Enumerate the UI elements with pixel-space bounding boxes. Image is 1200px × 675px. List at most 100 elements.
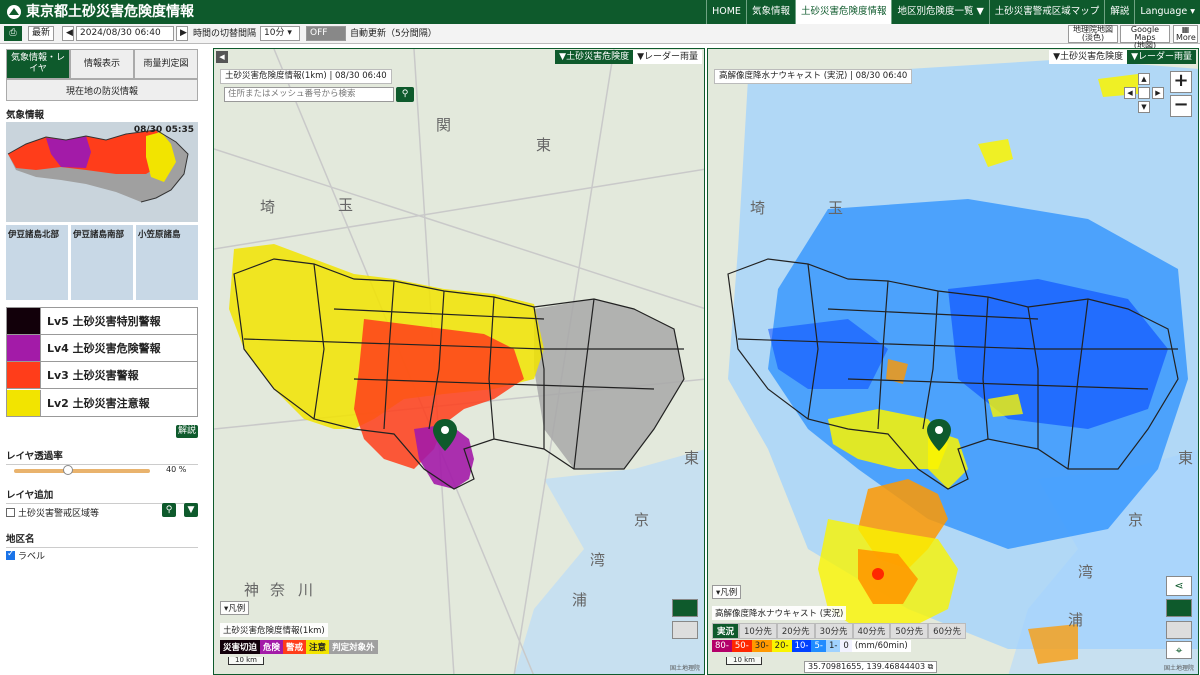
layer-search-icon[interactable]: ⚲ [162,503,176,517]
map-label: 埼 [260,198,276,216]
dual-view-icon[interactable] [672,599,698,617]
time-tab[interactable]: 50分先 [890,623,929,639]
dual-view-icon[interactable] [1166,599,1192,617]
single-view-icon[interactable] [672,621,698,639]
district-label-checkbox[interactable] [6,549,15,560]
weather-time: 08/30 05:35 [133,125,194,135]
latest-button[interactable]: 最新 [28,26,55,41]
datetime-input[interactable]: 2024/08/30 06:40 [76,26,174,41]
zoom-out-button[interactable]: − [1170,95,1192,117]
tab-weather-layer[interactable]: 気象情報・レイヤ [6,49,70,79]
map-label: 川 [298,581,314,599]
google-label: Google Maps [1130,25,1160,42]
rain-scale-item: 30- [751,640,772,652]
pan-right-icon[interactable]: ▶ [1152,87,1164,99]
interval-select[interactable]: 10分 ▾ [260,26,300,41]
island-label: 小笠原諸島 [138,230,181,240]
time-tab[interactable]: 30分先 [814,623,853,639]
pan-down-icon[interactable]: ▼ [1138,101,1150,113]
map-label: 東 [536,136,552,154]
sidebar-collapse-icon[interactable]: ◀ [216,51,228,63]
opacity-value: 40 % [166,465,187,474]
nav-item[interactable]: Language ▾ [1134,0,1200,24]
rain-scale-item: 50- [731,640,752,652]
nav-item[interactable]: HOME [706,0,746,24]
level-label: Lv4 土砂災害危険警報 [47,342,161,355]
level-row: Lv5 土砂災害特別警報 [7,308,197,335]
nav-item[interactable]: 気象情報 [745,0,795,24]
print-icon[interactable]: ⎙ [4,26,22,41]
next-time-button[interactable]: ▶ [176,26,188,41]
pan-up-icon[interactable]: ▲ [1138,73,1150,85]
app-title-text: 東京都土砂災害危険度情報 [26,4,194,20]
pan-center-icon[interactable] [1138,87,1150,99]
nav-item[interactable]: 土砂災害警戒区域マップ [988,0,1105,24]
landslide-risk-map[interactable]: ▼土砂災害危険度 ▼レーダー雨量 ◀ 土砂災害危険度情報(1km) | 08/3… [213,48,705,675]
current-position-button[interactable]: 現在地の防災情報 [6,79,198,101]
tab-rain-chart[interactable]: 雨量判定図 [134,49,198,79]
switch-radar[interactable]: ▼レーダー雨量 [633,50,702,64]
opacity-slider-handle[interactable] [63,465,74,475]
switch-landslide[interactable]: ▼土砂災害危険度 [555,50,634,64]
rain-unit: (mm/60min) [851,640,911,652]
map-label: 浦 [1068,611,1084,629]
copy-icon[interactable]: ⧉ [928,662,934,671]
island-ogasawara[interactable]: 小笠原諸島 [136,225,198,300]
prev-time-button[interactable]: ◀ [62,26,74,41]
map-label: 玉 [828,199,844,217]
map-label: 湾 [590,551,606,569]
google-maps-button[interactable]: Google Maps (地図) [1120,25,1170,50]
left-legend-items: 災害切迫 危険 警戒 注意 判定対象外 [220,640,378,654]
left-pane-switch[interactable]: ▼土砂災害危険度 ▼レーダー雨量 [555,50,702,64]
gps-location-icon[interactable]: ⌖ [1166,641,1192,659]
app-title[interactable]: 東京都土砂災害危険度情報 [6,2,194,22]
pan-left-icon[interactable]: ◀ [1124,87,1136,99]
island-izu-north[interactable]: 伊豆諸島北部 [6,225,68,300]
right-legend-toggle[interactable]: ▾凡例 [712,585,742,599]
sidebar: 気象情報・レイヤ 情報表示 雨量判定図 現在地の防災情報 気象情報 08/30 … [0,45,212,675]
zoom-in-button[interactable]: + [1170,71,1192,93]
pan-control[interactable]: ▲ ◀ ▶ ▼ [1124,73,1164,113]
opacity-slider[interactable] [14,465,150,475]
map-label: 京 [634,511,650,529]
nav-item[interactable]: 解説 [1104,0,1134,24]
district-title: 地区名 [6,531,198,548]
switch-radar[interactable]: ▼レーダー雨量 [1127,50,1196,64]
rain-scale-item: 80- [712,640,732,652]
basemap-button[interactable]: 地理院地図 (淡色) [1068,25,1118,43]
layer-add-row[interactable]: 土砂災害警戒区域等 [6,506,99,519]
island-label: 伊豆諸島北部 [8,230,60,240]
district-label-row[interactable]: ラベル [6,549,45,562]
left-legend-toggle[interactable]: ▾凡例 [220,601,250,615]
legend-item: 注意 [306,640,330,654]
single-view-icon[interactable] [1166,621,1192,639]
explain-button[interactable]: 解説 [176,425,198,438]
auto-update-label: 自動更新（5分間隔） [350,29,437,39]
time-tab[interactable]: 40分先 [852,623,891,639]
address-search-icon[interactable]: ⚲ [396,87,414,102]
legend-item: 判定対象外 [329,640,378,654]
legend-item: 災害切迫 [220,640,261,654]
level-swatch [7,389,41,416]
tab-info-display[interactable]: 情報表示 [70,49,134,79]
rain-nowcast-map[interactable]: ▼土砂災害危険度 ▼レーダー雨量 高解像度降水ナウキャスト (実況) | 08/… [707,48,1199,675]
share-icon[interactable]: ⋖ [1166,576,1192,596]
nav-item[interactable]: 地区別危険度一覧 ▼ [891,0,988,24]
layer-expand-icon[interactable]: ▼ [184,503,198,517]
nav-item[interactable]: 土砂災害危険度情報 [794,0,892,24]
right-pane-switch[interactable]: ▼土砂災害危険度 ▼レーダー雨量 [1049,50,1196,64]
time-tab[interactable]: 10分先 [739,623,777,639]
time-tab[interactable]: 20分先 [776,623,815,639]
more-button[interactable]: ▦ More [1173,25,1198,43]
island-izu-south[interactable]: 伊豆諸島南部 [71,225,133,300]
layer-add-checkbox[interactable] [6,508,15,517]
switch-landslide[interactable]: ▼土砂災害危険度 [1049,50,1128,64]
time-tab[interactable]: 60分先 [928,623,966,639]
map-label: 京 [1128,511,1144,529]
level-row: Lv4 土砂災害危険警報 [7,335,197,362]
logo-icon [7,5,21,19]
weather-overview-map[interactable]: 08/30 05:35 [6,122,198,222]
address-search-input[interactable]: 住所またはメッシュ番号から検索 [224,87,394,102]
time-tab[interactable]: 実況 [712,623,740,639]
auto-update-toggle[interactable]: OFF [306,26,346,41]
